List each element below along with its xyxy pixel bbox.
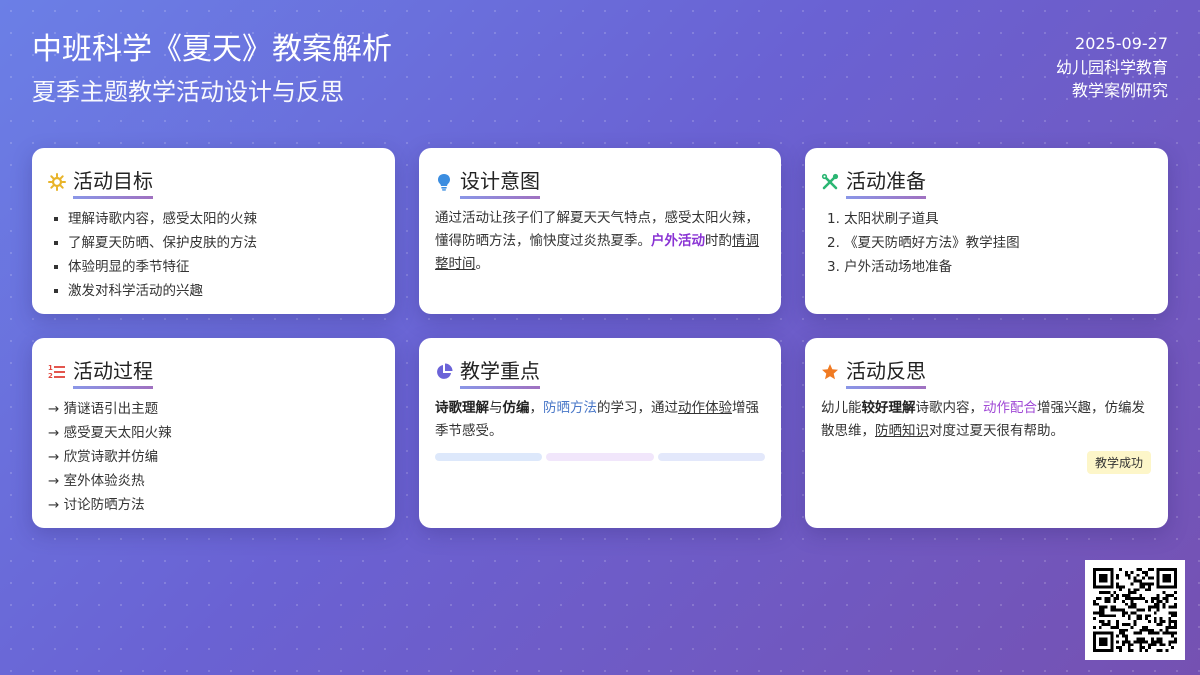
process-list: → 猜谜语引出主题 → 感受夏天太阳火辣 → 欣赏诗歌并仿编 → 室外体验炎热 … bbox=[48, 397, 379, 517]
card-activity-process: 1 2 活动过程 → 猜谜语引出主题 → 感受夏天太阳火辣 → 欣赏诗歌并仿编 … bbox=[32, 338, 395, 528]
card-header: 活动反思 bbox=[821, 355, 1152, 389]
star-icon bbox=[821, 363, 839, 381]
list-item: 理解诗歌内容，感受太阳的火辣 bbox=[54, 207, 379, 231]
text-segment: ， bbox=[529, 400, 544, 416]
bold-text: 诗歌理解 bbox=[435, 400, 489, 416]
card-header: 活动目标 bbox=[48, 165, 379, 199]
list-item: 1. 太阳状刷子道具 bbox=[827, 211, 939, 227]
page-header: 中班科学《夏天》教案解析 夏季主题教学活动设计与反思 bbox=[32, 28, 392, 111]
list-item: 体验明显的季节特征 bbox=[54, 255, 379, 279]
numbered-list-icon: 1 2 bbox=[48, 363, 66, 381]
svg-text:2: 2 bbox=[48, 372, 53, 380]
card-title: 活动准备 bbox=[846, 165, 926, 199]
card-header: 教学重点 bbox=[435, 355, 765, 389]
text-segment: 幼儿能 bbox=[821, 400, 862, 416]
text-segment: 时酌 bbox=[705, 233, 732, 249]
lightbulb-icon bbox=[435, 173, 453, 191]
meta-category: 幼儿园科学教育 bbox=[1055, 57, 1168, 77]
bar-segment bbox=[657, 453, 765, 461]
bar-segment bbox=[546, 453, 654, 461]
bar-segment bbox=[435, 453, 543, 461]
card-title: 活动过程 bbox=[73, 355, 153, 389]
bold-text: 较好理解 bbox=[861, 400, 916, 416]
card-header: 活动准备 bbox=[821, 165, 1152, 199]
page-title: 中班科学《夏天》教案解析 bbox=[32, 32, 392, 67]
list-item: → 讨论防晒方法 bbox=[48, 497, 145, 513]
highlight-action: 动作配合 bbox=[983, 400, 1037, 416]
goals-list: 理解诗歌内容，感受太阳的火辣 了解夏天防晒、保护皮肤的方法 体验明显的季节特征 … bbox=[48, 207, 379, 303]
list-item: 3. 户外活动场地准备 bbox=[827, 259, 953, 275]
meta-date: 2025-09-27 bbox=[1075, 34, 1168, 53]
card-title: 教学重点 bbox=[460, 355, 540, 389]
text-segment: 诗歌内容， bbox=[915, 400, 984, 416]
card-header: 1 2 活动过程 bbox=[48, 355, 379, 389]
text-segment: 对度过夏天很有帮助。 bbox=[929, 423, 1064, 439]
card-teaching-focus: 教学重点 诗歌理解与仿编，防晒方法的学习，通过动作体验增强季节感受。 bbox=[419, 338, 781, 528]
card-title: 活动目标 bbox=[73, 165, 153, 199]
text-segment: 与 bbox=[489, 400, 503, 416]
design-text: 通过活动让孩子们了解夏天天气特点，感受太阳火辣，懂得防晒方法，愉快度过炎热夏季。… bbox=[435, 207, 765, 276]
decorative-bars bbox=[435, 453, 765, 461]
card-design-intent: 设计意图 通过活动让孩子们了解夏天天气特点，感受太阳火辣，懂得防晒方法，愉快度过… bbox=[419, 148, 781, 314]
card-title: 活动反思 bbox=[846, 355, 926, 389]
highlight-outdoor: 户外活动 bbox=[651, 233, 705, 249]
list-item: → 感受夏天太阳火辣 bbox=[48, 425, 172, 441]
list-item: → 猜谜语引出主题 bbox=[48, 401, 159, 417]
underlined-text: 动作体验 bbox=[678, 400, 732, 416]
list-item: 2. 《夏天防晒好方法》教学挂图 bbox=[827, 235, 1020, 251]
list-item: → 室外体验炎热 bbox=[48, 473, 145, 489]
pie-chart-icon bbox=[435, 363, 453, 381]
svg-text:1: 1 bbox=[48, 364, 53, 372]
text-segment: 。 bbox=[475, 256, 490, 272]
page-meta: 2025-09-27 幼儿园科学教育 教学案例研究 bbox=[1056, 32, 1168, 103]
card-activity-reflection: 活动反思 幼儿能较好理解诗歌内容，动作配合增强兴趣，仿编发散思维，防晒知识对度过… bbox=[805, 338, 1168, 528]
list-item: 激发对科学活动的兴趣 bbox=[54, 279, 379, 303]
card-activity-goals: 活动目标 理解诗歌内容，感受太阳的火辣 了解夏天防晒、保护皮肤的方法 体验明显的… bbox=[32, 148, 395, 314]
underlined-text: 防晒知识 bbox=[875, 423, 929, 439]
tools-icon bbox=[821, 173, 839, 191]
list-item: 了解夏天防晒、保护皮肤的方法 bbox=[54, 231, 379, 255]
reflection-text: 幼儿能较好理解诗歌内容，动作配合增强兴趣，仿编发散思维，防晒知识对度过夏天很有帮… bbox=[821, 397, 1152, 443]
text-segment: 的学习，通过 bbox=[597, 400, 678, 416]
card-activity-prep: 活动准备 1. 太阳状刷子道具 2. 《夏天防晒好方法》教学挂图 3. 户外活动… bbox=[805, 148, 1168, 314]
meta-type: 教学案例研究 bbox=[1071, 81, 1168, 100]
list-item: → 欣赏诗歌并仿编 bbox=[48, 449, 159, 465]
card-title: 设计意图 bbox=[460, 165, 540, 199]
qr-code bbox=[1085, 560, 1185, 660]
highlight-sun-protection: 防晒方法 bbox=[543, 400, 597, 416]
qr-code-graphic bbox=[1093, 568, 1177, 652]
focus-text: 诗歌理解与仿编，防晒方法的学习，通过动作体验增强季节感受。 bbox=[435, 397, 765, 443]
sun-icon bbox=[48, 173, 66, 191]
status-badge: 教学成功 bbox=[1086, 451, 1151, 474]
bold-text: 仿编 bbox=[502, 400, 530, 416]
prep-list: 1. 太阳状刷子道具 2. 《夏天防晒好方法》教学挂图 3. 户外活动场地准备 bbox=[821, 207, 1152, 279]
page-subtitle: 夏季主题教学活动设计与反思 bbox=[32, 78, 344, 106]
card-header: 设计意图 bbox=[435, 165, 765, 199]
